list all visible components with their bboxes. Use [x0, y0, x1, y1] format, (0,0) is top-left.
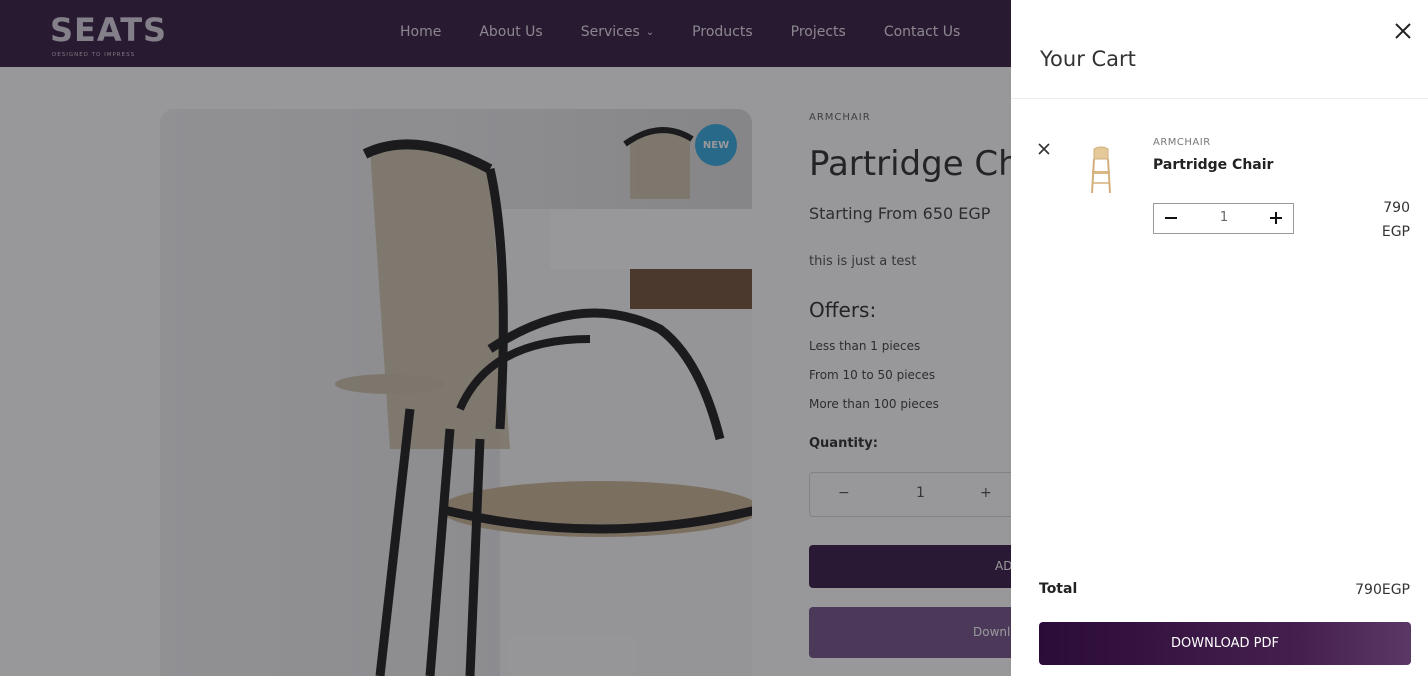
cart-title: Your Cart — [1040, 47, 1136, 71]
close-icon[interactable] — [1392, 20, 1414, 42]
cart-quantity-value[interactable]: 1 — [1194, 210, 1254, 225]
cart-item-thumbnail — [1083, 145, 1119, 195]
plus-icon[interactable] — [1265, 206, 1287, 230]
minus-icon[interactable] — [1160, 206, 1182, 230]
cart-item-name[interactable]: Partridge Chair — [1153, 157, 1273, 173]
cart-item-price-amount: 790 — [1383, 200, 1410, 216]
cart-item-price-currency: EGP — [1381, 224, 1410, 240]
divider — [1011, 98, 1428, 99]
cart-drawer: Your Cart ARMCHAIR Partridge Chair 1 790… — [1011, 0, 1428, 676]
remove-item-icon[interactable] — [1037, 141, 1051, 155]
cart-item-category: ARMCHAIR — [1153, 137, 1211, 148]
cart-total-value: 790EGP — [1355, 582, 1410, 598]
cart-total-label: Total — [1039, 581, 1078, 597]
cart-quantity-stepper: 1 — [1153, 203, 1294, 234]
cart-item-price: 790 EGP — [1365, 196, 1410, 244]
modal-backdrop[interactable] — [0, 0, 1011, 676]
download-pdf-button[interactable]: DOWNLOAD PDF — [1039, 622, 1411, 665]
